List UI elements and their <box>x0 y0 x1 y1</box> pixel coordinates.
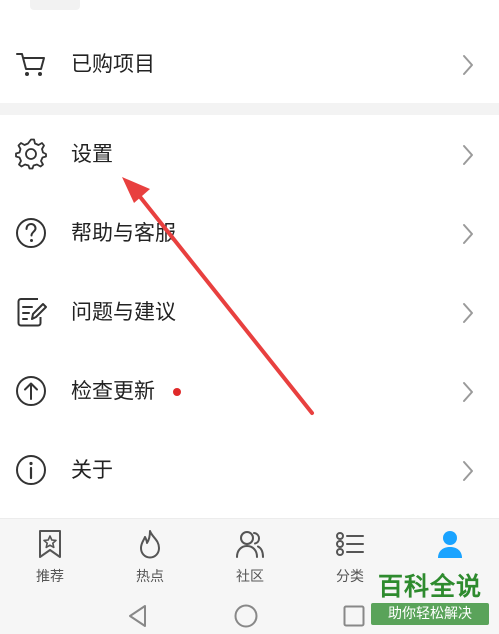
edit-note-icon <box>17 298 47 327</box>
flame-icon <box>140 530 160 559</box>
info-circle-icon <box>16 455 46 485</box>
chevron-right-icon <box>463 224 473 244</box>
menu-item-help[interactable]: 帮助与客服 <box>0 194 499 272</box>
chevron-right-icon <box>463 461 473 481</box>
tab-community[interactable]: 社区 <box>200 519 300 593</box>
chevron-right-icon <box>463 382 473 402</box>
tab-label: 社区 <box>236 569 264 585</box>
chevron-right-icon <box>463 145 473 165</box>
menu-item-label: 关于 <box>71 458 113 482</box>
person-icon <box>438 531 462 558</box>
chevron-right-icon <box>463 303 473 323</box>
menu-item-about[interactable]: 关于 <box>0 431 499 509</box>
menu-item-label: 问题与建议 <box>71 300 176 324</box>
menu-item-feedback[interactable]: 问题与建议 <box>0 273 499 351</box>
section-separator <box>0 103 499 115</box>
gear-icon <box>15 138 47 170</box>
tab-recommend[interactable]: 推荐 <box>0 519 100 593</box>
home-circle-icon[interactable] <box>233 603 259 629</box>
watermark-title: 百科全说 <box>377 572 482 601</box>
question-circle-icon <box>16 218 46 248</box>
recents-square-icon[interactable] <box>341 603 367 629</box>
menu-item-label: 检查更新 <box>71 379 155 403</box>
update-badge-dot <box>173 388 181 396</box>
list-icon <box>336 532 364 556</box>
watermark: 百科全说 助你轻松解决 <box>371 571 489 627</box>
back-triangle-icon[interactable] <box>125 603 151 629</box>
bookmark-star-icon <box>39 530 61 558</box>
tab-hot[interactable]: 热点 <box>100 519 200 593</box>
tab-label: 推荐 <box>36 569 64 585</box>
menu-item-label: 帮助与客服 <box>71 221 176 245</box>
menu-item-check-update[interactable]: 检查更新 <box>0 352 499 430</box>
cart-icon <box>16 53 45 76</box>
watermark-subtitle: 助你轻松解决 <box>371 603 489 625</box>
menu-item-purchased[interactable]: 已购项目 <box>0 25 499 103</box>
chevron-right-icon <box>463 55 473 75</box>
menu-item-label: 设置 <box>71 142 113 166</box>
people-icon <box>236 531 264 558</box>
menu-item-label: 已购项目 <box>71 52 155 76</box>
faded-header-remnant <box>30 0 80 10</box>
tab-label: 热点 <box>136 569 164 585</box>
top-strip <box>0 0 499 22</box>
arrow-up-circle-icon <box>16 376 46 406</box>
menu-item-settings[interactable]: 设置 <box>0 115 499 193</box>
